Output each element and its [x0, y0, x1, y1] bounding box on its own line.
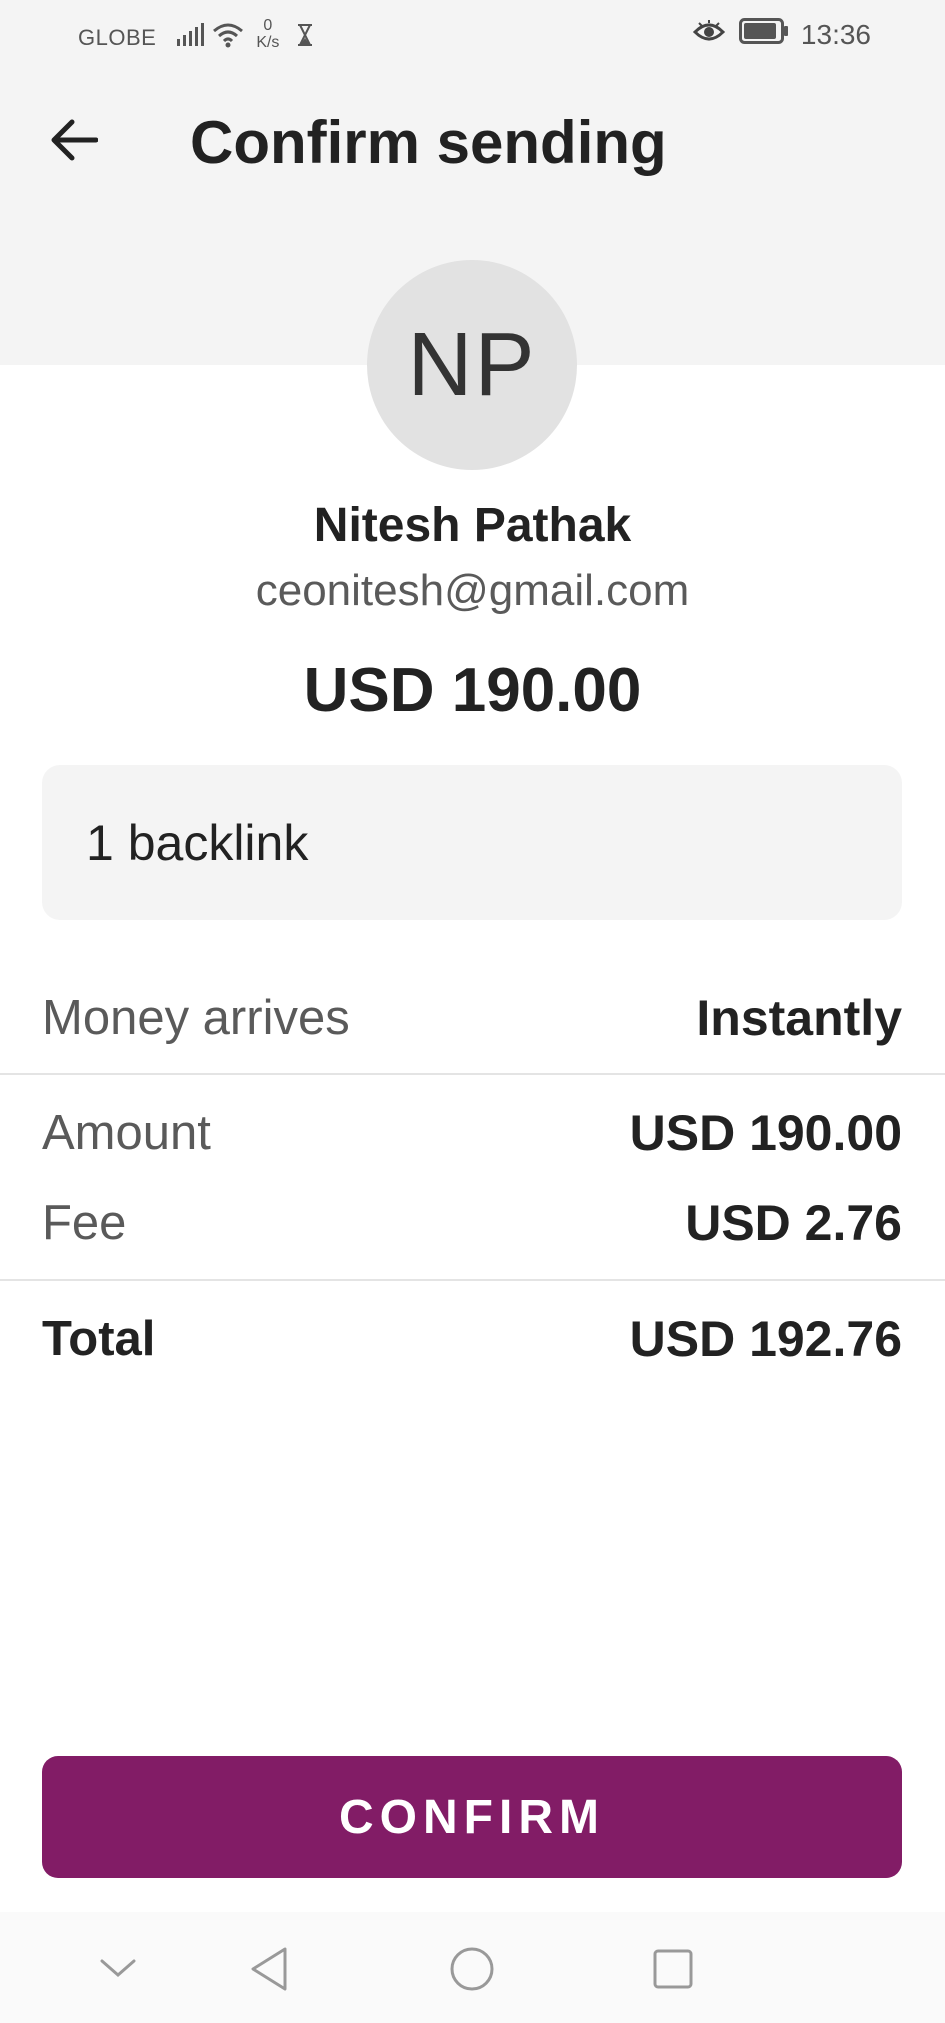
home-circle-icon[interactable]	[437, 1934, 507, 2004]
amount-row: Amount USD 190.00	[42, 1100, 902, 1166]
clock: 13:36	[800, 18, 871, 50]
recipient-email: ceonitesh@gmail.com	[255, 566, 690, 615]
confirm-button[interactable]: CONFIRM	[42, 1756, 902, 1878]
amount-label: Amount	[42, 1106, 211, 1160]
chevron-down-icon[interactable]	[83, 1934, 153, 2004]
network-speed: 0 K/s	[256, 17, 279, 51]
eye-icon	[692, 19, 726, 51]
hourglass-icon	[297, 24, 313, 52]
payment-note: 1 backlink	[42, 765, 902, 920]
battery-icon	[738, 18, 789, 51]
recents-square-icon[interactable]	[638, 1934, 708, 2004]
money-arrives-value: Instantly	[696, 990, 902, 1046]
back-triangle-icon[interactable]	[234, 1934, 304, 2004]
page-title: Confirm sending	[190, 109, 667, 176]
total-row: Total USD 192.76	[42, 1306, 902, 1372]
fee-value: USD 2.76	[685, 1195, 902, 1251]
status-bar: GLOBE 0 K/s 13:36	[0, 0, 945, 72]
money-arrives-row: Money arrives Instantly	[42, 985, 902, 1051]
avatar-initials: NP	[407, 314, 537, 415]
avatar: NP	[367, 260, 577, 470]
network-speed-unit: K/s	[256, 34, 280, 51]
back-button[interactable]	[42, 110, 106, 174]
amount-value: USD 190.00	[629, 1105, 902, 1161]
network-speed-value: 0	[263, 17, 273, 34]
send-amount: USD 190.00	[303, 656, 642, 725]
recipient-name: Nitesh Pathak	[313, 499, 632, 552]
fee-row: Fee USD 2.76	[42, 1190, 902, 1256]
payment-note-text: 1 backlink	[86, 814, 309, 871]
divider	[0, 1279, 945, 1281]
wifi-icon	[212, 22, 244, 54]
navigation-bar	[0, 1912, 945, 2023]
money-arrives-label: Money arrives	[42, 991, 350, 1045]
total-label: Total	[42, 1312, 156, 1366]
arrow-left-icon	[50, 118, 99, 167]
fee-label: Fee	[42, 1196, 127, 1250]
divider	[0, 1073, 945, 1075]
carrier-label: GLOBE	[78, 25, 157, 50]
signal-icon	[176, 23, 206, 53]
total-value: USD 192.76	[629, 1311, 902, 1367]
